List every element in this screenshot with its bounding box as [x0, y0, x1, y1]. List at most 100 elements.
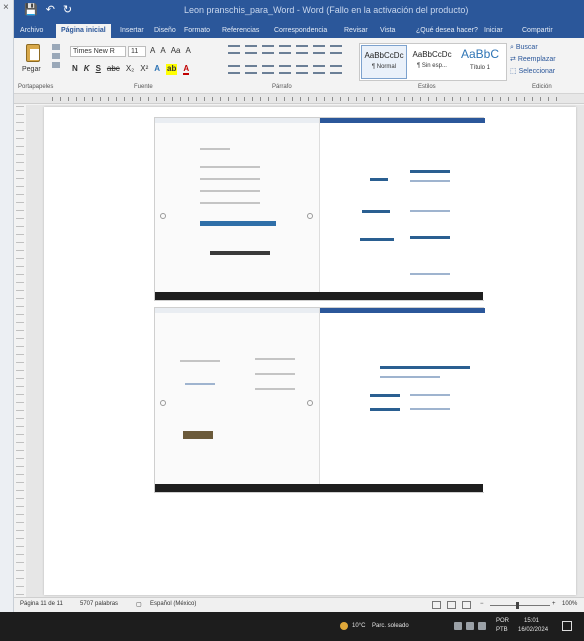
save-icon[interactable]: 💾 [24, 3, 38, 16]
clear-formatting-button[interactable]: A [185, 46, 190, 55]
screenshot-text [410, 180, 450, 182]
align-center-icon[interactable] [245, 65, 257, 74]
read-mode-icon[interactable] [432, 601, 441, 609]
vertical-ruler[interactable] [16, 106, 24, 596]
line-spacing-icon[interactable] [296, 65, 308, 74]
tab-vista[interactable]: Vista [380, 24, 395, 38]
embedded-screenshot[interactable] [154, 307, 485, 493]
replace-button[interactable]: ⇄ Reemplazar [510, 54, 580, 66]
tab-insertar[interactable]: Insertar [120, 24, 144, 38]
input-language-sub[interactable]: PTB [496, 627, 508, 633]
show-marks-icon[interactable] [330, 45, 342, 54]
clock-time[interactable]: 15:01 [524, 618, 539, 624]
font-name-combobox[interactable]: Times New R [70, 46, 126, 57]
document-page[interactable] [44, 107, 576, 595]
grow-font-button[interactable]: A [150, 46, 155, 55]
style-sample: AaBbCcDc [364, 51, 404, 60]
strikethrough-button[interactable]: abc [107, 64, 120, 75]
view-buttons [432, 601, 471, 609]
shrink-font-button[interactable]: A [160, 46, 165, 55]
screenshot-nav-arrow [160, 400, 166, 406]
sort-icon[interactable] [313, 45, 325, 54]
weather-icon[interactable] [340, 622, 348, 630]
font-format-tools: N K S abc X₂ X² A ab A [72, 64, 190, 75]
tab-correspondencia[interactable]: Correspondencia [274, 24, 327, 38]
word-window: 💾 ↶ ↻ Leon pranschis_para_Word - Word (F… [14, 0, 584, 612]
tab-formato[interactable]: Formato [184, 24, 210, 38]
screenshot-right-pane [320, 308, 485, 492]
clipboard-tools [52, 44, 62, 74]
subscript-button[interactable]: X₂ [126, 64, 134, 75]
word-count[interactable]: 5707 palabras [80, 601, 118, 607]
redo-icon[interactable]: ↻ [63, 3, 72, 16]
align-right-icon[interactable] [262, 65, 274, 74]
justify-icon[interactable] [279, 65, 291, 74]
network-icon[interactable] [454, 622, 462, 630]
tell-me-search[interactable]: ¿Qué desea hacer? [416, 24, 478, 38]
tab-revisar[interactable]: Revisar [344, 24, 368, 38]
cut-icon[interactable] [52, 44, 60, 50]
document-area[interactable] [26, 105, 584, 597]
notifications-icon[interactable] [562, 621, 572, 631]
weather-temp[interactable]: 10°C [352, 623, 365, 629]
font-size-combobox[interactable]: 11 [128, 46, 146, 57]
zoom-slider-knob[interactable] [516, 602, 519, 609]
zoom-slider[interactable] [490, 605, 550, 606]
volume-icon[interactable] [466, 622, 474, 630]
zoom-in-icon[interactable]: + [552, 601, 556, 607]
tab-diseno[interactable]: Diseño [154, 24, 176, 38]
bullets-icon[interactable] [228, 45, 240, 54]
battery-icon[interactable] [478, 622, 486, 630]
superscript-button[interactable]: X² [140, 64, 148, 75]
change-case-button[interactable]: Aa [171, 46, 181, 55]
tab-archivo[interactable]: Archivo [20, 24, 43, 38]
style-no-spacing[interactable]: AaBbCcDc ¶ Sin esp... [409, 45, 455, 79]
align-left-icon[interactable] [228, 65, 240, 74]
copy-icon[interactable] [52, 53, 60, 59]
screenshot-text [255, 358, 295, 360]
proofing-icon[interactable]: ▢ [136, 601, 142, 608]
bold-button[interactable]: N [72, 64, 78, 75]
tab-referencias[interactable]: Referencias [222, 24, 259, 38]
font-color-button[interactable]: A [183, 64, 190, 75]
screen: × 💾 ↶ ↻ Leon pranschis_para_Word - Word … [0, 0, 584, 641]
tab-iniciar[interactable]: Iniciar [484, 24, 503, 38]
embedded-screenshot[interactable] [154, 117, 485, 301]
print-layout-icon[interactable] [447, 601, 456, 609]
shading-icon[interactable] [313, 65, 325, 74]
italic-button[interactable]: K [84, 64, 90, 75]
highlight-button[interactable]: ab [166, 64, 178, 75]
horizontal-ruler[interactable] [14, 94, 584, 104]
numbering-icon[interactable] [245, 45, 257, 54]
zoom-level[interactable]: 100% [562, 601, 577, 607]
tab-pagina-inicial[interactable]: Página inicial [56, 24, 111, 38]
paste-label: Pegar [22, 66, 41, 73]
paste-button[interactable]: Pegar [20, 42, 48, 78]
style-sample: AaBbCcDc [412, 50, 452, 59]
web-layout-icon[interactable] [462, 601, 471, 609]
screenshot-text [180, 360, 220, 362]
select-button[interactable]: ⬚ Seleccionar [510, 66, 580, 78]
clock-date[interactable]: 16/02/2024 [518, 627, 548, 633]
zoom-out-icon[interactable]: − [480, 601, 484, 607]
borders-icon[interactable] [330, 65, 342, 74]
close-icon[interactable]: × [3, 2, 9, 13]
format-painter-icon[interactable] [52, 62, 60, 68]
undo-icon[interactable]: ↶ [46, 3, 55, 16]
page-count[interactable]: Página 11 de 11 [20, 601, 63, 607]
text-effects-button[interactable]: A [154, 64, 160, 75]
input-language[interactable]: POR [496, 618, 509, 624]
language-indicator[interactable]: Español (México) [150, 601, 196, 607]
find-button[interactable]: ⌕ Buscar [510, 42, 580, 54]
quick-access-toolbar: 💾 ↶ ↻ [24, 3, 72, 16]
weather-desc[interactable]: Parc. soleado [372, 623, 409, 629]
multilevel-list-icon[interactable] [262, 45, 274, 54]
style-heading-1[interactable]: AaBbC Título 1 [457, 45, 503, 79]
style-normal[interactable]: AaBbCcDc ¶ Normal [361, 45, 407, 79]
screenshot-text [410, 394, 450, 396]
style-name: Título 1 [469, 65, 490, 71]
increase-indent-icon[interactable] [296, 45, 308, 54]
share-button[interactable]: Compartir [522, 24, 553, 38]
decrease-indent-icon[interactable] [279, 45, 291, 54]
underline-button[interactable]: S [96, 64, 101, 75]
